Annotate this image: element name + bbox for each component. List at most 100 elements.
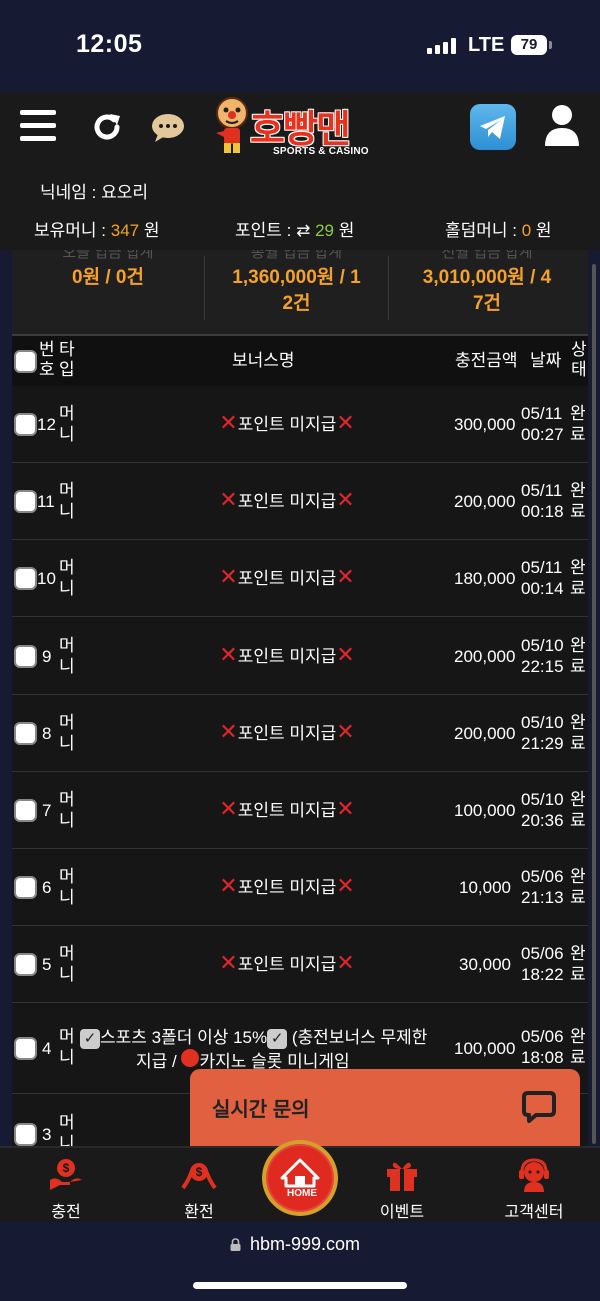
menu-icon[interactable] (20, 110, 56, 142)
x-mark-icon: ✕ (219, 873, 238, 899)
summary-value: 0원 / 0건 (72, 267, 144, 288)
chat-icon[interactable] (150, 113, 186, 143)
select-all-checkbox[interactable] (14, 350, 37, 373)
table-row[interactable]: 7 머 니 ✕포인트 미지급✕ 100,000 05/10 20:36 완 료 (12, 772, 588, 849)
point-money[interactable]: 포인트 : ⇄ 29 원 (235, 216, 354, 241)
x-mark-icon: ✕ (336, 487, 355, 513)
no-entry-icon (181, 1049, 200, 1067)
row-checkbox[interactable] (14, 413, 37, 436)
row-status: 완료 (570, 712, 586, 753)
row-checkbox[interactable] (14, 567, 37, 591)
row-number: 12 (37, 415, 56, 434)
x-mark-icon: ✕ (336, 873, 355, 899)
table-row[interactable]: 9 머 니 ✕포인트 미지급✕ 200,000 05/10 22:15 완 료 (12, 618, 588, 695)
home-label: HOME (287, 1188, 317, 1199)
x-mark-icon: ✕ (336, 641, 355, 667)
row-type: 머니 (59, 558, 75, 599)
x-mark-icon: ✕ (219, 796, 238, 821)
row-date: 05/06 18:08 (521, 1027, 564, 1067)
row-checkbox[interactable] (14, 721, 37, 745)
table-row[interactable]: 11 머 니 ✕포인트 미지급✕ 200,000 05/11 00:18 완 료 (12, 463, 588, 541)
table-row[interactable]: 12 머 니 ✕포인트 미지급✕ 300,000 05/11 00:27 완 료 (12, 386, 588, 463)
network-type: LTE (468, 34, 505, 56)
summary-label: 오늘 입금 합계 (62, 250, 154, 261)
row-type: 머니 (59, 404, 75, 444)
table-row[interactable]: 5 머 니 ✕포인트 미지급✕ 30,000 05/06 18:22 완 료 (12, 926, 588, 1004)
row-number: 11 (37, 492, 55, 512)
x-mark-icon: ✕ (219, 641, 238, 667)
holding-label: 보유머니 : (34, 221, 111, 240)
home-button[interactable]: HOME (262, 1140, 338, 1216)
row-number: 3 (42, 1125, 52, 1144)
row-checkbox[interactable] (14, 799, 37, 822)
row-bonus-name: ✕포인트 미지급✕ (219, 487, 355, 513)
withdraw-icon: $ (181, 1163, 217, 1190)
row-status: 완료 (570, 404, 586, 444)
refresh-icon[interactable] (90, 110, 124, 144)
x-mark-icon: ✕ (336, 796, 355, 821)
table-row[interactable]: 10 머 니 ✕포인트 미지급✕ 180,000 05/11 00:14 완 료 (12, 540, 588, 618)
table-header: 번호 타입 보너스명 충전금액 날짜 상태 (12, 334, 588, 386)
row-amount: 100,000 (454, 801, 516, 820)
row-checkbox[interactable] (14, 876, 37, 900)
row-type: 머니 (59, 790, 75, 830)
row-bonus-name: ✕포인트 미지급✕ (219, 718, 355, 744)
row-bonus-name: ✕포인트 미지급✕ (219, 873, 355, 899)
screen: 12:05 LTE 7 9 호빵맨 SPORTS & CASINO 닉네임: 요… (0, 0, 600, 1301)
row-amount: 200,000 (454, 492, 516, 512)
row-date: 05/11 00:27 (521, 404, 564, 444)
brand-logo[interactable]: 호빵맨 SPORTS & CASINO (210, 95, 395, 161)
row-number: 9 (42, 646, 52, 666)
header-date: 날짜 (530, 351, 562, 370)
row-checkbox[interactable] (14, 644, 37, 668)
row-status: 완료 (570, 1027, 586, 1067)
row-number: 10 (37, 569, 56, 589)
nav-label: 고객센터 (504, 1204, 564, 1221)
point-convert-icon[interactable]: ⇄ (296, 221, 310, 240)
live-chat-label: 실시간 문의 (212, 1099, 310, 1121)
scrollbar[interactable] (592, 264, 596, 1144)
live-chat-panel[interactable]: 실시간 문의 (190, 1069, 580, 1149)
url-text[interactable]: hbm-999.com (250, 1234, 360, 1255)
holding-unit: 원 (139, 221, 160, 240)
row-checkbox[interactable] (14, 490, 37, 514)
status-time: 12:05 (76, 30, 143, 58)
row-date: 05/10 22:15 (521, 635, 564, 676)
row-status: 완료 (570, 481, 586, 522)
deposit-summary: 오늘 입금 합계 0원 / 0건 총월 입금 합계 1,360,000원 / 1… (12, 250, 588, 334)
row-number: 5 (42, 955, 52, 975)
row-date: 05/06 21:13 (521, 867, 564, 908)
browser-url-bar[interactable]: hbm-999.com (0, 1222, 600, 1301)
deposit-history-table: 번호 타입 보너스명 충전금액 날짜 상태 12 머 니 ✕포인트 미지급✕ 300,0… (12, 334, 588, 1146)
holding-money: 보유머니 : 347 원 (34, 216, 159, 241)
row-checkbox[interactable] (14, 1037, 37, 1060)
chat-bubble-icon (522, 1091, 556, 1123)
x-mark-icon: ✕ (336, 410, 355, 435)
telegram-icon (480, 116, 505, 139)
row-bonus-name: ✕포인트 미지급✕ (219, 564, 355, 590)
row-amount: 100,000 (454, 1039, 516, 1058)
table-row[interactable]: 6 머 니 ✕포인트 미지급✕ 10,000 05/06 21:13 완 료 (12, 849, 588, 927)
x-mark-icon: ✕ (336, 950, 355, 976)
svg-text:$: $ (63, 1161, 70, 1175)
table-row[interactable]: 8 머 니 ✕포인트 미지급✕ 200,000 05/10 21:29 완 료 (12, 695, 588, 772)
row-bonus-name: ✓ 스포츠 3폴더 이상 15% ✓ (충전보너스 무제한 지급 / 카지노 슬롯 … (80, 1026, 427, 1073)
header-bonus: 보너스명 (232, 351, 295, 370)
logo-subtitle: SPORTS & CASINO (273, 146, 369, 157)
x-mark-icon: ✕ (219, 564, 238, 590)
row-number: 7 (42, 801, 52, 820)
telegram-button[interactable] (470, 104, 516, 150)
gift-icon (387, 1162, 417, 1191)
row-checkbox[interactable] (14, 1123, 37, 1146)
row-amount: 10,000 (459, 878, 511, 898)
x-mark-icon: ✕ (336, 718, 355, 744)
row-date: 05/11 00:14 (521, 558, 564, 599)
row-checkbox[interactable] (14, 953, 37, 977)
holding-value: 347 (110, 221, 140, 240)
row-status: 완료 (570, 558, 586, 599)
holdem-label: 홀덤머니 : (445, 221, 522, 240)
header-number: 번호 (39, 340, 55, 379)
balance-row: 보유머니 : 347 원 포인트 : ⇄ 29 원 홀덤머니 : 0 원 (0, 216, 600, 240)
row-date: 05/11 00:18 (521, 481, 564, 522)
user-icon[interactable] (543, 104, 581, 146)
